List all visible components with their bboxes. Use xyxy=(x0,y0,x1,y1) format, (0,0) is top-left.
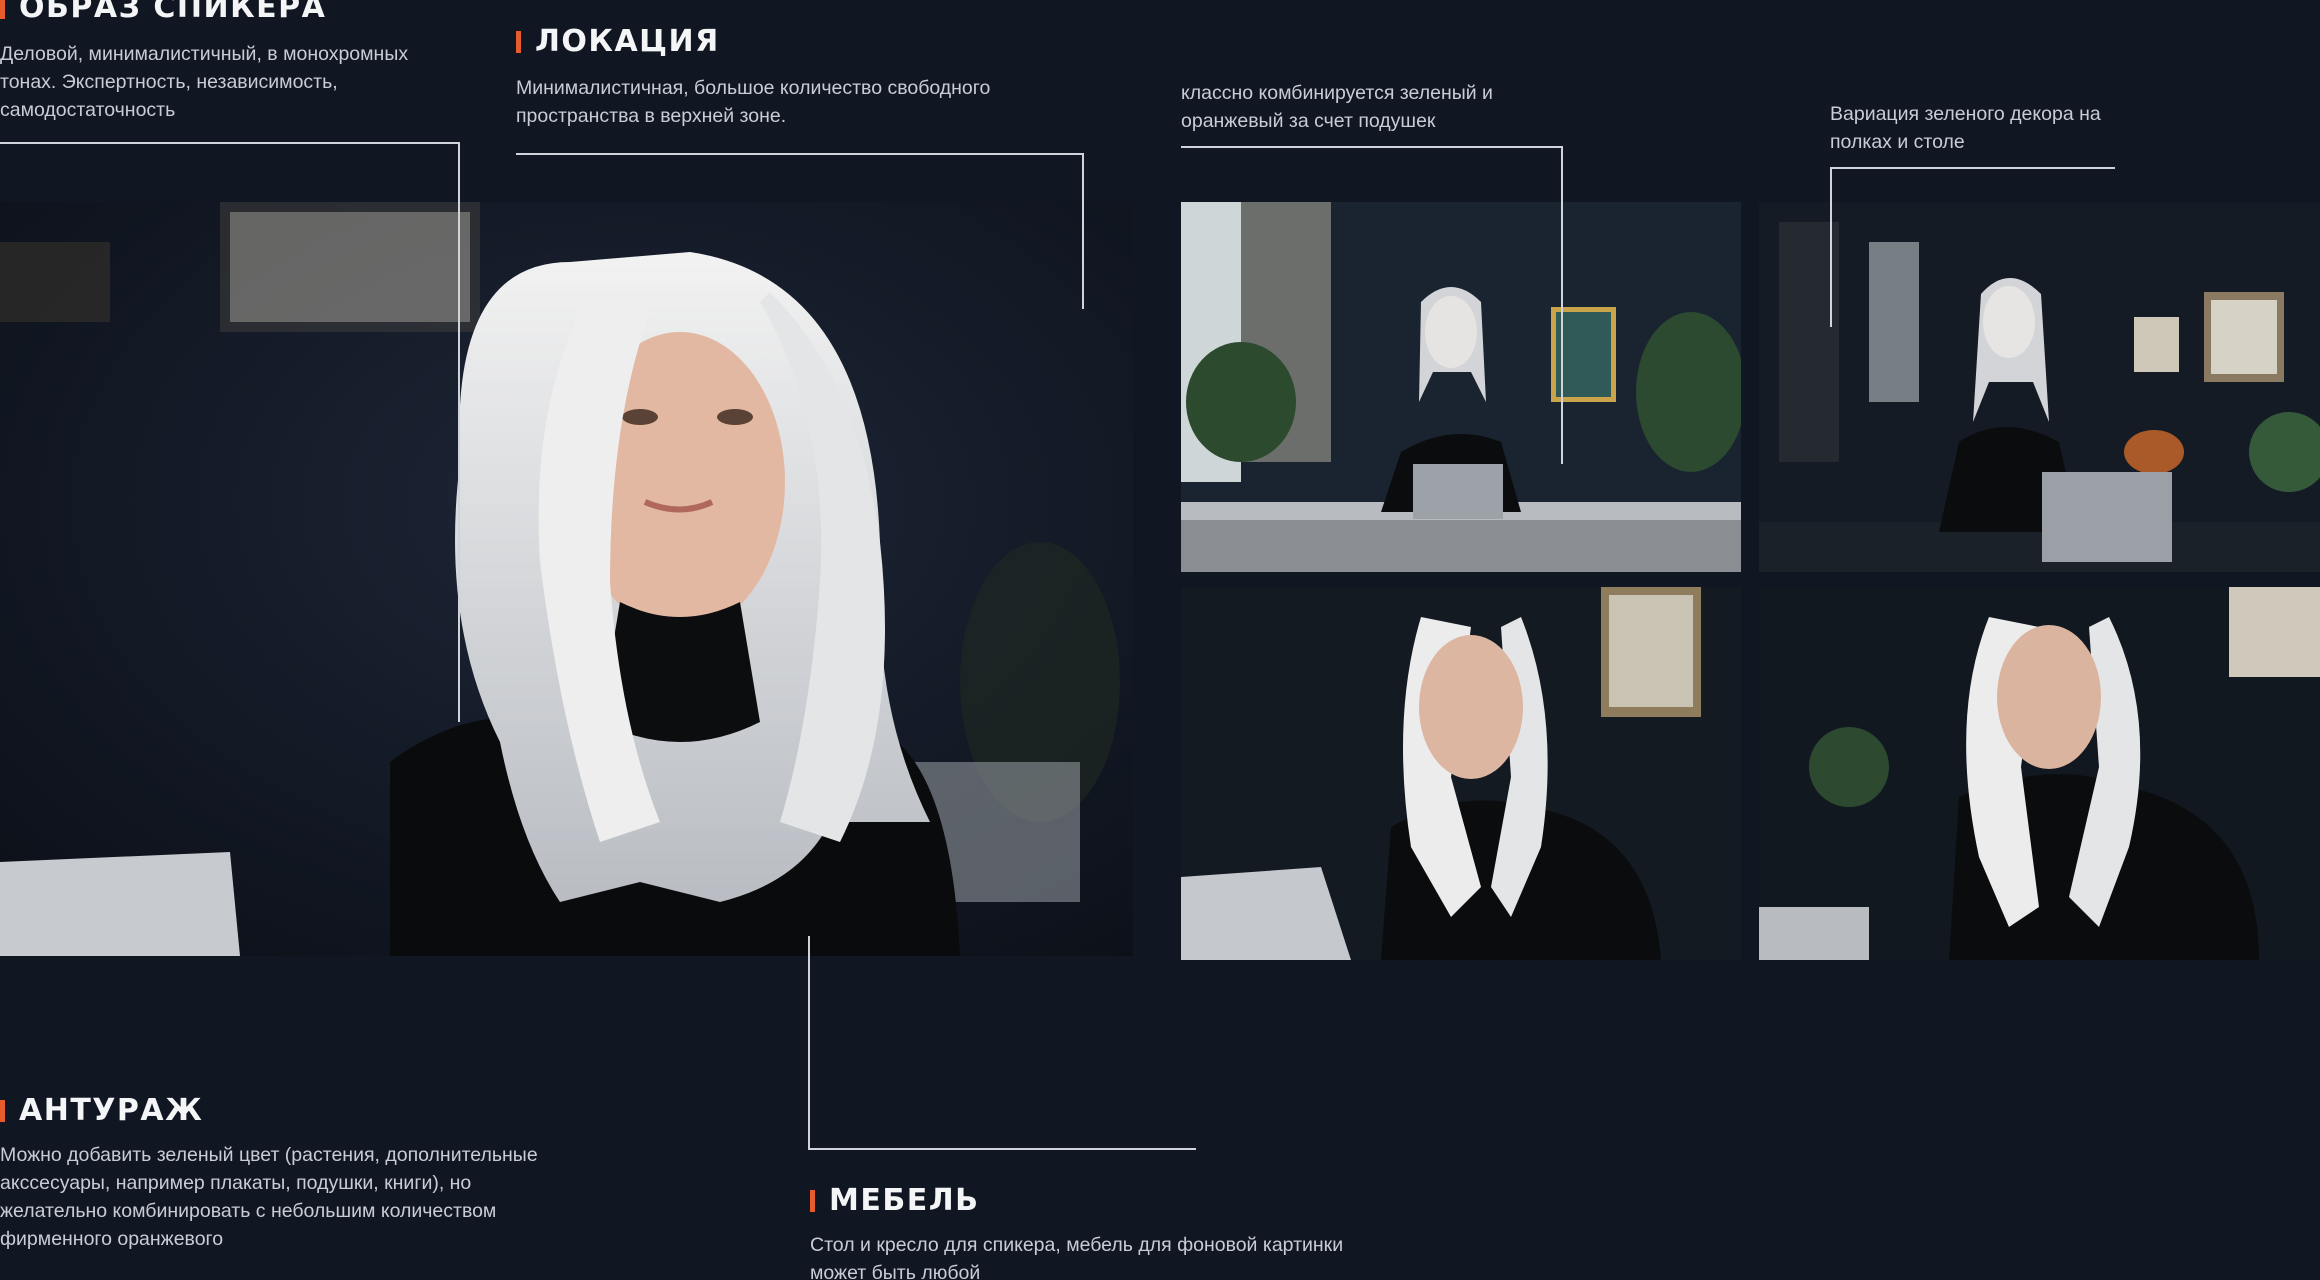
location-heading: ЛОКАЦИЯ xyxy=(516,24,720,59)
connector-line xyxy=(1082,153,1084,309)
connector-line xyxy=(516,153,1084,155)
photo-closeup-right xyxy=(1759,587,2320,960)
photo-closeup-left xyxy=(1181,587,1741,960)
location-description: Минималистичная, большое количество своб… xyxy=(516,77,991,127)
connector-line xyxy=(1830,167,1832,327)
speaker-description: Деловой, минималистичный, в монохромных … xyxy=(0,43,409,121)
connector-line xyxy=(458,142,460,722)
accent-bar xyxy=(0,1099,5,1122)
entourage-description: Можно добавить зеленый цвет (растения, д… xyxy=(0,1144,538,1250)
connector-line xyxy=(808,936,810,1150)
connector-line xyxy=(1181,146,1563,148)
combo-note: классно комбинируется зеленый и оранжевы… xyxy=(1181,82,1493,132)
connector-line xyxy=(808,1148,1196,1150)
furniture-title: МЕБЕЛЬ xyxy=(829,1183,980,1218)
decor-note: Вариация зеленого декора на полках и сто… xyxy=(1830,103,2101,153)
photo-office-wide xyxy=(1181,202,1741,572)
connector-line xyxy=(1561,146,1563,464)
accent-bar xyxy=(810,1189,815,1212)
photo-office-dark xyxy=(1759,202,2320,572)
connector-line xyxy=(1830,167,2115,169)
furniture-description: Стол и кресло для спикера, мебель для фо… xyxy=(810,1234,1344,1280)
speaker-title: ОБРАЗ СПИКЕРА xyxy=(19,0,327,25)
main-speaker-photo xyxy=(0,202,1133,956)
location-title: ЛОКАЦИЯ xyxy=(535,24,720,59)
accent-bar xyxy=(0,0,5,19)
accent-bar xyxy=(516,30,521,53)
furniture-heading: МЕБЕЛЬ xyxy=(810,1183,980,1218)
speaker-heading: ОБРАЗ СПИКЕРА xyxy=(0,0,326,25)
connector-line xyxy=(0,142,460,144)
entourage-title: АНТУРАЖ xyxy=(19,1093,204,1128)
entourage-heading: АНТУРАЖ xyxy=(0,1093,203,1128)
